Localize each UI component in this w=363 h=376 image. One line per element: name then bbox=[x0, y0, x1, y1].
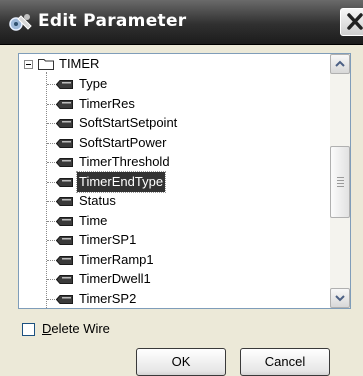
ok-button[interactable]: OK bbox=[136, 348, 226, 376]
scroll-up-button[interactable] bbox=[330, 54, 350, 74]
tree-item-label: TimerSP1 bbox=[79, 232, 137, 247]
tree-item-label: SoftStartSetpoint bbox=[79, 115, 178, 130]
tree-item[interactable]: SoftStartSetpoint bbox=[47, 113, 307, 133]
tree-item-label: Type bbox=[79, 76, 108, 91]
vertical-scrollbar[interactable] bbox=[330, 54, 350, 308]
scroll-down-button[interactable] bbox=[330, 288, 350, 308]
close-button[interactable] bbox=[340, 8, 363, 36]
tree-item-label: TimerRes bbox=[79, 95, 135, 111]
tree-item-label: Status bbox=[79, 193, 116, 208]
parameter-tag-icon bbox=[56, 99, 73, 109]
tree-item[interactable]: TimerDwell1 bbox=[47, 269, 307, 289]
parameter-tag-icon bbox=[56, 158, 73, 167]
tree-item[interactable]: TimerSP1 bbox=[47, 230, 307, 250]
tree-item[interactable]: Type bbox=[47, 74, 307, 94]
collapse-toggle-icon[interactable] bbox=[24, 60, 33, 69]
parameter-tag-icon bbox=[56, 236, 73, 245]
tool-gear-icon bbox=[9, 14, 32, 31]
tree-item[interactable]: TimerRamp1 bbox=[47, 250, 307, 270]
title-bar[interactable]: Edit Parameter bbox=[0, 0, 363, 45]
tree-item-label: SoftStartPower bbox=[79, 134, 167, 150]
edit-parameter-dialog: Edit Parameter TIMER Type TimerRes SoftSta… bbox=[0, 0, 363, 376]
tree-content: TIMER Type TimerRes SoftStartSetpoint SoftS… bbox=[19, 54, 330, 308]
delete-wire-checkbox[interactable] bbox=[22, 323, 35, 336]
tree-item-label: Time bbox=[79, 212, 108, 228]
tree-item-label: TimerEndType bbox=[75, 170, 167, 193]
parameter-tag-icon bbox=[56, 275, 73, 284]
dialog-title: Edit Parameter bbox=[38, 11, 187, 31]
tree-item-label: TimerThreshold bbox=[79, 154, 170, 169]
scroll-thumb[interactable] bbox=[330, 146, 350, 218]
tree-root-timer[interactable]: TIMER bbox=[19, 54, 219, 74]
parameter-tree[interactable]: TIMER Type TimerRes SoftStartSetpoint SoftS… bbox=[18, 53, 351, 309]
tree-item-label: TimerRamp1 bbox=[79, 251, 154, 267]
tree-item[interactable]: TimerEndType bbox=[47, 170, 307, 193]
tree-item[interactable]: SoftStartPower bbox=[47, 133, 307, 153]
tree-item[interactable]: Time bbox=[47, 211, 307, 231]
tree-item-label: TimerDwell1 bbox=[79, 271, 151, 286]
parameter-tag-icon bbox=[56, 255, 73, 265]
cancel-button[interactable]: Cancel bbox=[240, 348, 330, 376]
parameter-tag-icon bbox=[56, 216, 73, 226]
chevron-down-icon bbox=[335, 295, 345, 302]
parameter-tag-icon bbox=[56, 294, 73, 304]
tree-item[interactable]: Status bbox=[47, 191, 307, 211]
parameter-tag-icon bbox=[56, 80, 73, 89]
chevron-up-icon bbox=[335, 60, 345, 67]
parameter-tag-icon bbox=[56, 119, 73, 128]
delete-wire-label: Delete Wire bbox=[42, 321, 110, 336]
tree-root-label: TIMER bbox=[59, 56, 100, 71]
parameter-tag-icon bbox=[56, 138, 73, 148]
tree-item[interactable]: TimerThreshold bbox=[47, 152, 307, 172]
folder-icon bbox=[38, 59, 54, 70]
parameter-tag-icon bbox=[56, 177, 73, 187]
tree-item[interactable]: TimerRes bbox=[47, 94, 307, 114]
close-x-icon bbox=[347, 13, 363, 30]
parameter-tag-icon bbox=[56, 197, 73, 206]
tree-item[interactable]: TimerSP2 bbox=[47, 289, 307, 309]
tree-item-label: TimerSP2 bbox=[79, 290, 137, 306]
